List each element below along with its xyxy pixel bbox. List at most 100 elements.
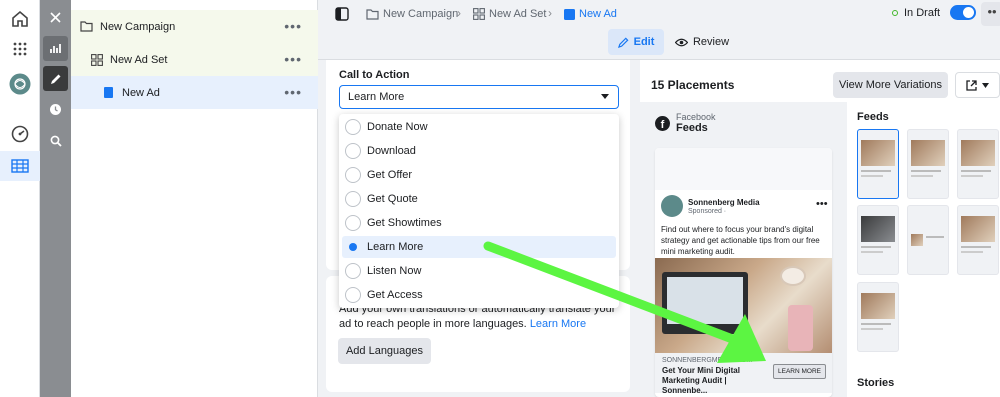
placement-thumbnail[interactable] <box>907 205 949 275</box>
chevron-down-icon <box>601 94 609 99</box>
caret-down-icon <box>982 82 989 88</box>
more-options-icon[interactable]: ••• <box>284 84 302 100</box>
placement-label: Feeds <box>676 122 708 134</box>
chart-icon[interactable] <box>43 36 68 61</box>
dashboard-gauge-icon[interactable] <box>0 119 40 149</box>
search-icon[interactable] <box>43 128 68 153</box>
add-languages-button[interactable]: Add Languages <box>338 338 431 364</box>
ads-manager-table-icon[interactable] <box>0 151 40 181</box>
cta-option[interactable]: Donate Now <box>342 116 616 138</box>
cta-option-label: Get Showtimes <box>367 217 442 229</box>
page-name: Sonnenberg Media <box>688 198 760 207</box>
radio-button[interactable] <box>345 143 361 159</box>
breadcrumb-label: New Campaign <box>383 8 459 20</box>
close-icon[interactable] <box>43 5 68 30</box>
post-body-text: Find out where to focus your brand's dig… <box>661 225 820 256</box>
cta-select[interactable]: Learn More <box>339 85 619 109</box>
radio-button-checked[interactable] <box>345 239 361 255</box>
cta-option-selected[interactable]: Learn More <box>342 236 616 258</box>
sponsored-label: Sponsored · <box>688 208 727 215</box>
history-clock-icon[interactable] <box>43 97 68 122</box>
cta-selected-value: Learn More <box>348 91 405 103</box>
tree-item-campaign[interactable]: New Campaign ••• <box>71 10 318 43</box>
laptop-screen-element <box>667 277 743 324</box>
cta-option[interactable]: Get Quote <box>342 188 616 210</box>
radio-button[interactable] <box>345 287 361 303</box>
eye-icon <box>674 38 688 47</box>
sidebar-toggle-icon[interactable] <box>332 4 352 24</box>
feeds-section-label: Feeds <box>857 111 889 123</box>
pencil-icon <box>617 37 629 48</box>
cta-option[interactable]: Download <box>342 140 616 162</box>
tool-rail <box>40 0 71 397</box>
breadcrumb-label: New Ad Set <box>489 8 547 20</box>
left-nav-rail <box>0 0 40 397</box>
share-preview-button[interactable] <box>955 72 1000 98</box>
tab-edit[interactable]: Edit <box>608 29 664 55</box>
edit-pencil-icon[interactable] <box>43 66 68 91</box>
page-avatar <box>661 195 683 217</box>
tree-item-label: New Ad <box>122 86 160 99</box>
folder-icon <box>80 21 93 32</box>
breadcrumb-label: New Ad <box>579 8 617 20</box>
cta-option-label: Get Access <box>367 289 423 301</box>
cta-option[interactable]: Listen Now <box>342 260 616 282</box>
campaign-tree-panel: New Campaign ••• New Ad Set ••• New Ad •… <box>71 0 318 397</box>
tree-item-ad[interactable]: New Ad ••• <box>71 76 318 109</box>
draft-status: In Draft <box>892 5 977 20</box>
cta-dropdown-menu: Donate Now Download Get Offer Get Quote … <box>339 114 619 308</box>
radio-button[interactable] <box>345 167 361 183</box>
breadcrumb-adset[interactable]: New Ad Set <box>473 6 546 22</box>
cta-option-label: Download <box>367 145 416 157</box>
placement-thumbnail[interactable] <box>857 129 899 199</box>
learn-more-link[interactable]: Learn More <box>530 318 586 330</box>
more-options-icon[interactable]: ••• <box>284 51 302 67</box>
cta-option-label: Listen Now <box>367 265 422 277</box>
tab-review[interactable]: Review <box>672 29 732 55</box>
radio-button[interactable] <box>345 191 361 207</box>
view-more-variations-button[interactable]: View More Variations <box>833 72 948 98</box>
cta-option[interactable]: Get Access <box>342 284 616 306</box>
more-options-icon[interactable]: ••• <box>284 18 302 34</box>
cta-option-label: Learn More <box>367 241 424 253</box>
tab-label: Edit <box>633 36 655 48</box>
more-options-button[interactable]: •• <box>981 2 1000 26</box>
radio-button[interactable] <box>345 119 361 135</box>
apps-grid-icon[interactable] <box>0 34 40 64</box>
post-header-placeholder <box>655 148 832 190</box>
placement-thumbnail[interactable] <box>857 282 899 352</box>
link-url: SONNENBERGMEDIA.COM <box>662 357 753 364</box>
placement-header: f Facebook Feeds <box>655 112 716 134</box>
top-bar: New Campaign › New Ad Set › New Ad Edit … <box>318 0 1000 60</box>
breadcrumb-separator: › <box>457 6 461 20</box>
adset-grid-icon <box>91 53 103 66</box>
placement-thumbnail[interactable] <box>957 129 999 199</box>
home-icon[interactable] <box>0 4 40 34</box>
tab-label: Review <box>692 36 730 48</box>
placement-thumbnail[interactable] <box>857 205 899 275</box>
account-avatar[interactable] <box>0 69 40 99</box>
breadcrumb-ad[interactable]: New Ad <box>564 6 617 22</box>
tree-item-adset[interactable]: New Ad Set ••• <box>71 43 318 76</box>
breadcrumb-campaign[interactable]: New Campaign <box>366 6 458 22</box>
external-link-icon <box>966 79 977 91</box>
post-more-icon[interactable]: ••• <box>816 198 828 210</box>
learn-more-cta-button[interactable]: LEARN MORE <box>773 364 826 379</box>
placement-thumbnail[interactable] <box>907 129 949 199</box>
link-headline: Get Your Mini Digital Marketing Audit | … <box>662 366 740 395</box>
cta-option-label: Get Offer <box>367 169 413 181</box>
coffee-cup-image-element <box>780 266 806 286</box>
platform-label: Facebook <box>676 112 716 122</box>
placement-thumbnail[interactable] <box>957 205 999 275</box>
radio-button[interactable] <box>345 263 361 279</box>
tree-item-label: New Ad Set <box>110 53 168 66</box>
publish-toggle[interactable] <box>950 5 977 20</box>
cta-option[interactable]: Get Offer <box>342 164 616 186</box>
radio-button[interactable] <box>345 215 361 231</box>
cta-option-label: Donate Now <box>367 121 428 133</box>
status-label: In Draft <box>904 6 941 19</box>
cta-option[interactable]: Get Showtimes <box>342 212 616 234</box>
tree-item-label: New Campaign <box>100 20 176 33</box>
breadcrumb-separator: › <box>548 6 552 20</box>
status-dot <box>892 9 898 16</box>
